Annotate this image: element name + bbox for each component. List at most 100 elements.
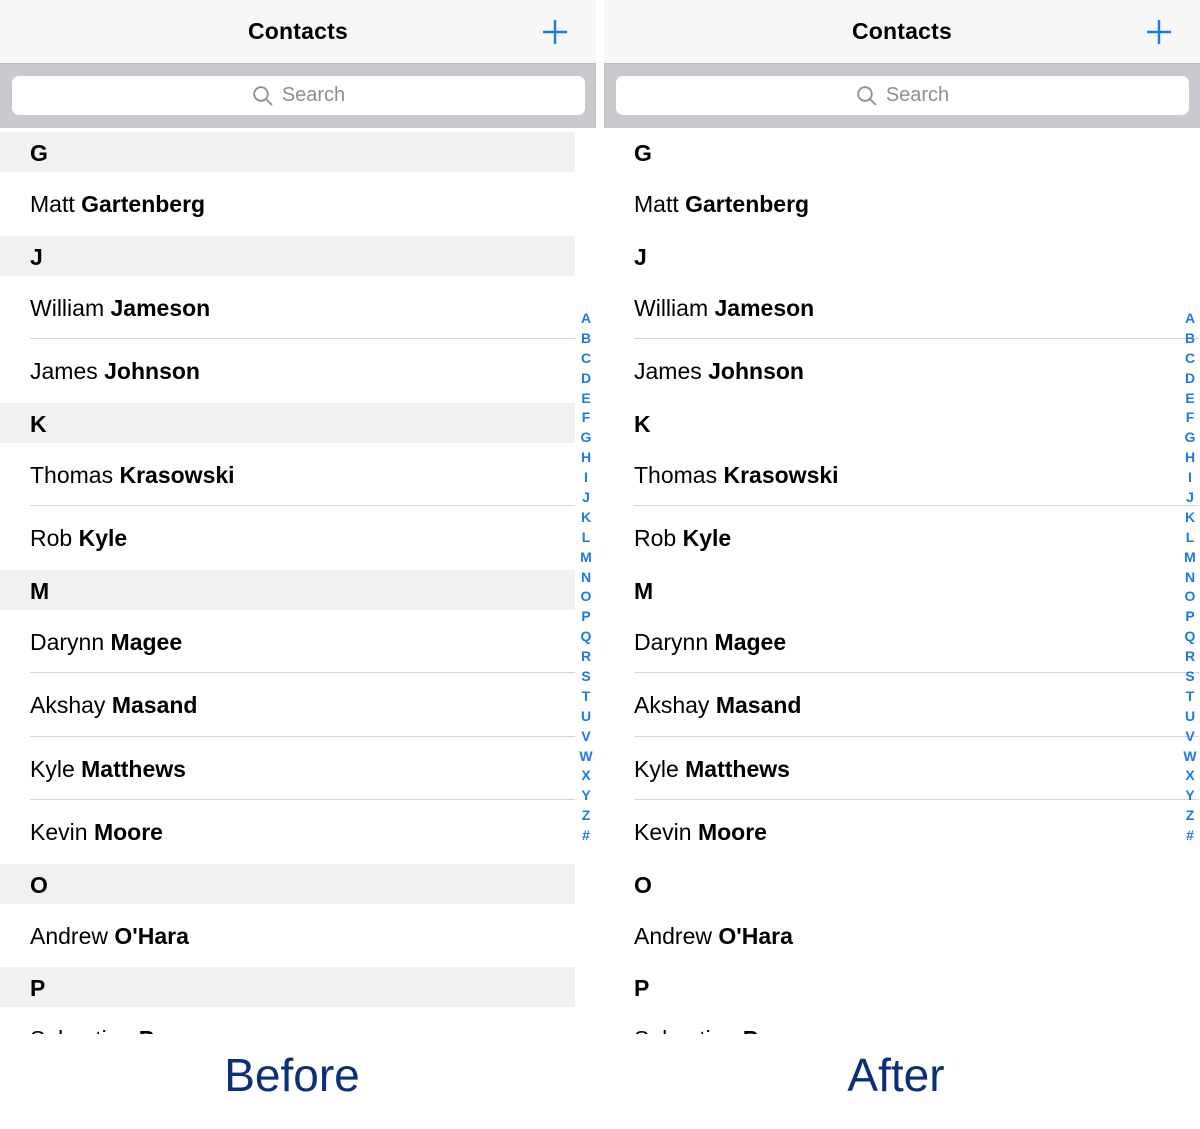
index-letter[interactable]: R <box>576 647 596 667</box>
contact-row[interactable]: James Johnson <box>604 339 1179 403</box>
contact-row[interactable]: William Jameson <box>604 275 1199 339</box>
section-header: P <box>604 967 1179 1007</box>
index-letter[interactable]: H <box>1180 448 1200 468</box>
index-letter[interactable]: G <box>576 428 596 448</box>
index-letter[interactable]: A <box>1180 309 1200 329</box>
contact-row[interactable]: Sebastian P <box>604 1007 1179 1034</box>
index-letter[interactable]: N <box>576 568 596 588</box>
index-letter[interactable]: Z <box>1180 806 1200 826</box>
index-letter[interactable]: D <box>1180 369 1200 389</box>
contact-name: Rob Kyle <box>30 525 127 552</box>
index-letter[interactable]: S <box>576 667 596 687</box>
contact-row[interactable]: Darynn Magee <box>604 609 1199 673</box>
index-letter[interactable]: T <box>576 687 596 707</box>
contact-row[interactable]: William Jameson <box>0 275 575 339</box>
index-letter[interactable]: B <box>576 329 596 349</box>
contact-row[interactable]: Sebastian P <box>0 1007 575 1034</box>
contact-row[interactable]: Andrew O'Hara <box>604 903 1179 967</box>
index-letter[interactable]: F <box>1180 408 1200 428</box>
first-name: Kyle <box>634 755 679 782</box>
index-letter[interactable]: Z <box>576 806 596 826</box>
last-name: Krasowski <box>119 461 235 488</box>
contact-name: Sebastian P <box>30 1026 154 1034</box>
contact-row[interactable]: Darynn Magee <box>0 609 575 673</box>
index-letter[interactable]: Q <box>1180 627 1200 647</box>
index-letter[interactable]: L <box>1180 528 1200 548</box>
index-letter[interactable]: I <box>1180 468 1200 488</box>
contact-row[interactable]: Thomas Krasowski <box>0 442 575 506</box>
contact-row[interactable]: Kevin Moore <box>0 800 575 864</box>
index-letter[interactable]: P <box>1180 607 1200 627</box>
index-letter[interactable]: Q <box>576 627 596 647</box>
index-letter[interactable]: T <box>1180 687 1200 707</box>
first-name: Akshay <box>634 692 710 718</box>
index-letter[interactable]: # <box>576 826 596 846</box>
index-letter[interactable]: U <box>576 707 596 727</box>
index-letter[interactable]: X <box>576 766 596 786</box>
contact-row[interactable]: Thomas Krasowski <box>604 442 1199 506</box>
index-letter[interactable]: R <box>1180 647 1200 667</box>
index-letter[interactable]: # <box>1180 826 1200 846</box>
index-letter[interactable]: I <box>576 468 596 488</box>
index-letter[interactable]: H <box>576 448 596 468</box>
index-letter[interactable]: V <box>1180 727 1200 747</box>
search-icon <box>857 85 877 105</box>
index-letter[interactable]: B <box>1180 329 1200 349</box>
first-name: Kyle <box>30 755 75 782</box>
contact-row[interactable]: Kyle Matthews <box>604 736 1199 800</box>
after-caption: After <box>847 1049 945 1101</box>
section-index[interactable]: A B C D E F G H I J K L M N O P Q R S T U V W X Y Z # <box>576 309 596 846</box>
section-letter: J <box>30 243 43 270</box>
index-letter[interactable]: O <box>576 587 596 607</box>
index-letter[interactable]: E <box>576 389 596 409</box>
index-letter[interactable]: E <box>1180 389 1200 409</box>
index-letter[interactable]: X <box>1180 766 1200 786</box>
index-letter[interactable]: Y <box>576 786 596 806</box>
last-name: Krasowski <box>723 461 839 488</box>
search-bar: Search <box>604 64 1200 128</box>
index-letter[interactable]: W <box>576 747 596 767</box>
index-letter[interactable]: J <box>576 488 596 508</box>
search-input[interactable]: Search <box>616 76 1189 115</box>
index-letter[interactable]: C <box>576 349 596 369</box>
index-letter[interactable]: V <box>576 727 596 747</box>
index-letter[interactable]: N <box>1180 568 1200 588</box>
index-letter[interactable]: O <box>1180 587 1200 607</box>
index-letter[interactable]: W <box>1180 747 1200 767</box>
first-name: Rob <box>30 525 73 551</box>
last-name: Johnson <box>708 358 804 384</box>
contact-row[interactable]: Matt Gartenberg <box>604 172 1179 236</box>
contacts-list: G Matt Gartenberg J William Jameson James Jo… <box>0 132 575 1034</box>
section-index[interactable]: A B C D E F G H I J K L M N O P Q R S T U V W X Y Z # <box>1180 309 1200 846</box>
last-name: O'Hara <box>718 922 793 949</box>
contact-row[interactable]: Akshay Masand <box>604 673 1199 737</box>
index-letter[interactable]: M <box>1180 548 1200 568</box>
index-letter[interactable]: K <box>576 508 596 528</box>
index-letter[interactable]: C <box>1180 349 1200 369</box>
contact-row[interactable]: Kyle Matthews <box>0 736 575 800</box>
index-letter[interactable]: P <box>576 607 596 627</box>
index-letter[interactable]: D <box>576 369 596 389</box>
contact-row[interactable]: Matt Gartenberg <box>0 172 575 236</box>
index-letter[interactable]: S <box>1180 667 1200 687</box>
index-letter[interactable]: A <box>576 309 596 329</box>
index-letter[interactable]: U <box>1180 707 1200 727</box>
index-letter[interactable]: Y <box>1180 786 1200 806</box>
index-letter[interactable]: L <box>576 528 596 548</box>
index-letter[interactable]: K <box>1180 508 1200 528</box>
contact-row[interactable]: Andrew O'Hara <box>0 903 575 967</box>
contact-row[interactable]: James Johnson <box>0 339 575 403</box>
index-letter[interactable]: G <box>1180 428 1200 448</box>
index-letter[interactable]: F <box>576 408 596 428</box>
contact-row[interactable]: Rob Kyle <box>604 506 1179 570</box>
index-letter[interactable]: M <box>576 548 596 568</box>
contact-row[interactable]: Kevin Moore <box>604 800 1179 864</box>
search-input[interactable]: Search <box>12 76 585 115</box>
contact-row[interactable]: Akshay Masand <box>0 673 575 737</box>
contact-row[interactable]: Rob Kyle <box>0 506 575 570</box>
section-letter: P <box>30 975 46 1001</box>
index-letter[interactable]: J <box>1180 488 1200 508</box>
search-bar: Search <box>0 64 596 128</box>
add-contact-button[interactable] <box>541 18 569 46</box>
add-contact-button[interactable] <box>1145 18 1173 46</box>
